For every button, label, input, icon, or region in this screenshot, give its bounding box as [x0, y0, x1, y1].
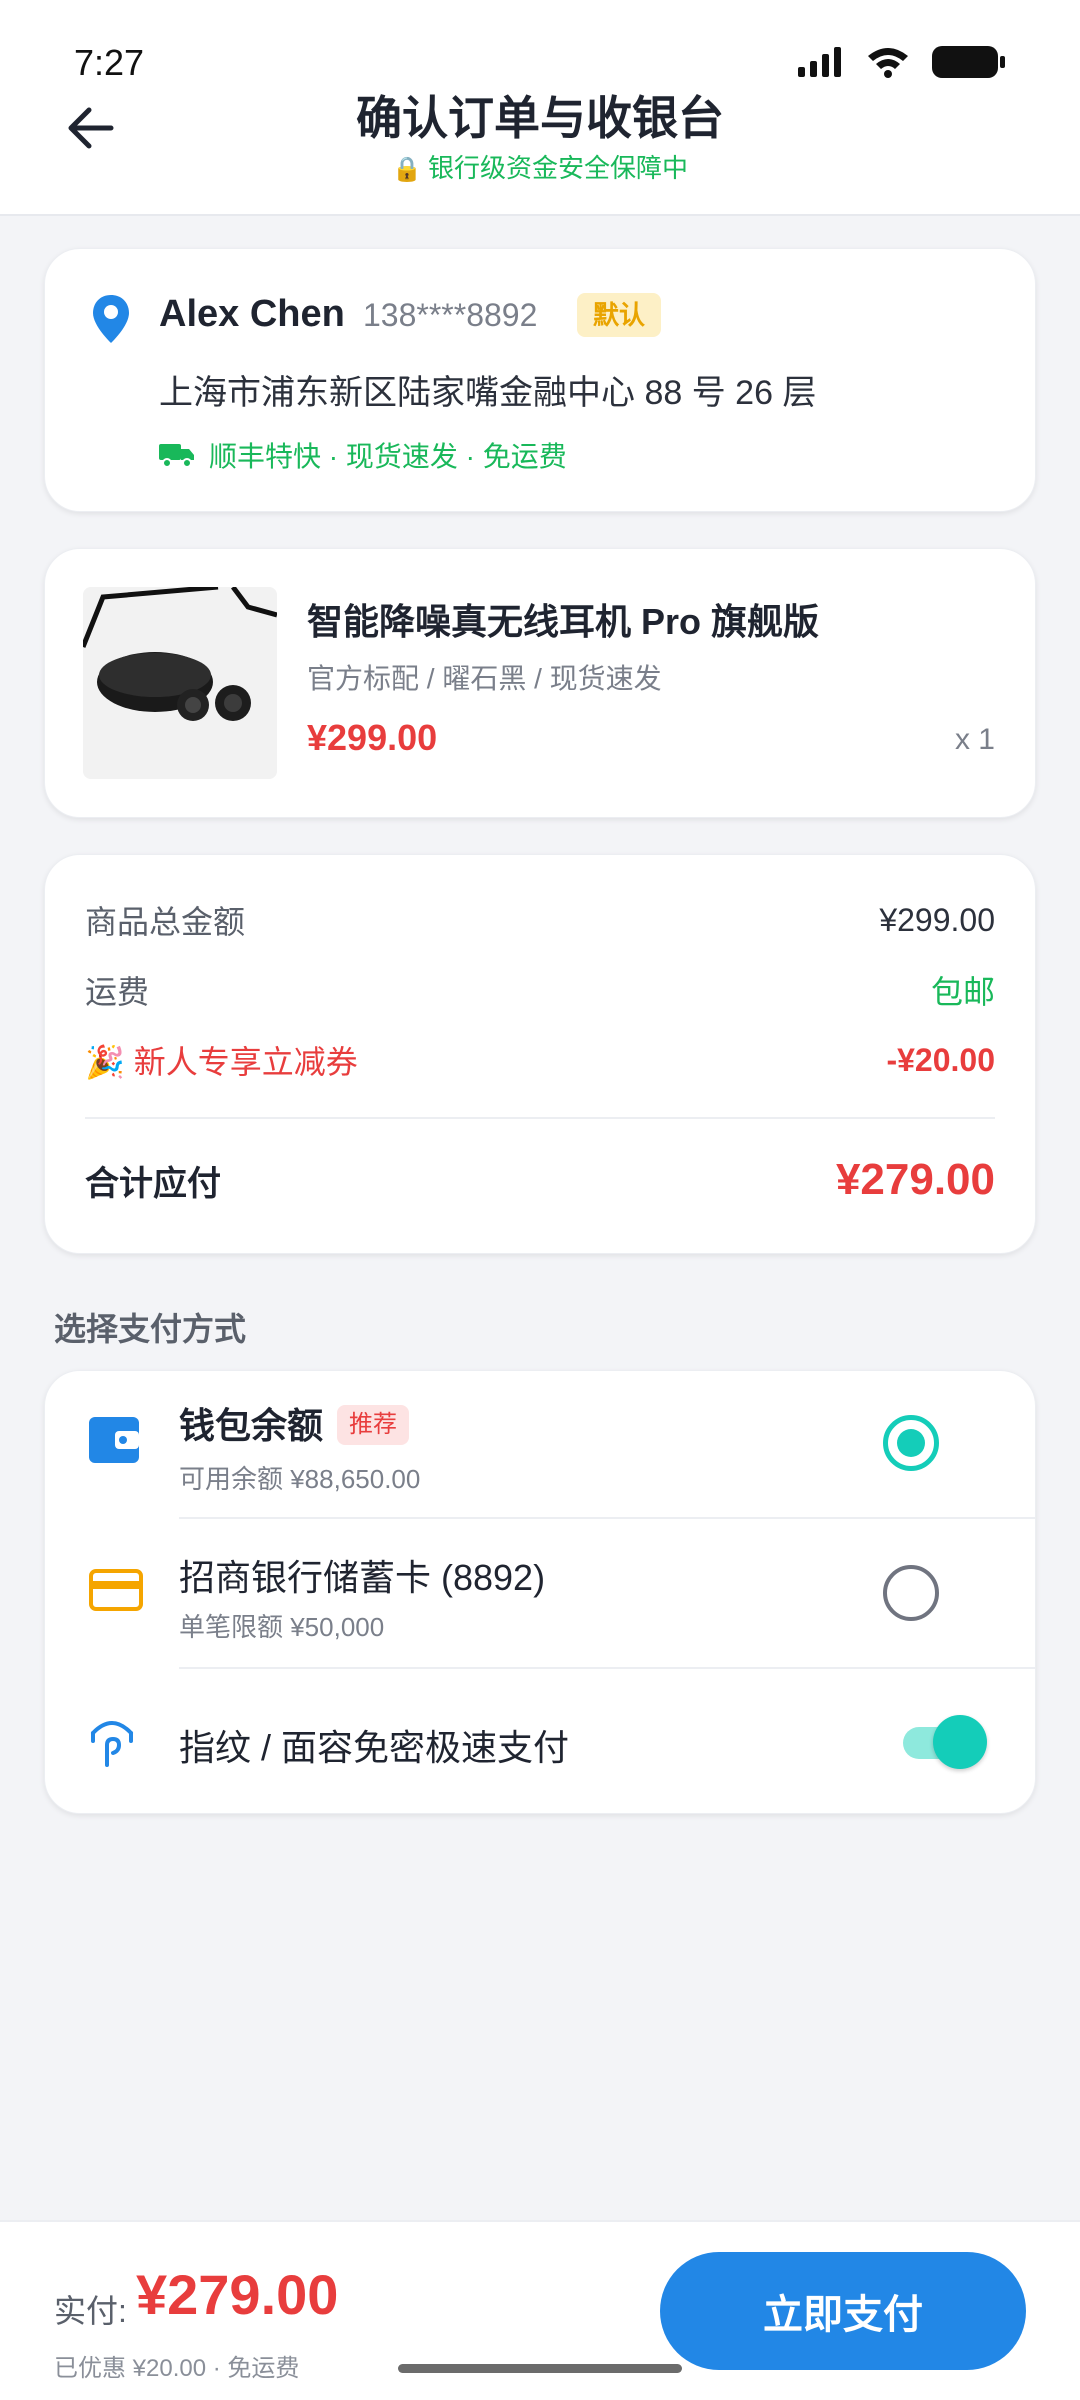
- payment-section-title: 选择支付方式: [54, 1311, 247, 1347]
- shipping-fee-value: 包邮: [930, 974, 995, 1010]
- truck-icon: [159, 444, 194, 468]
- payment-methods-card: 钱包余额 推荐 可用余额 ¥88,650.00 招商银行储蓄卡 (8892) 单笔…: [44, 1370, 1036, 1814]
- pay-now-button[interactable]: 立即支付: [660, 2252, 1026, 2370]
- home-indicator[interactable]: [398, 2364, 682, 2373]
- subtotal-label: 商品总金额: [85, 904, 246, 940]
- security-subtitle: 🔒 银行级资金安全保障中: [0, 148, 1080, 185]
- checkout-bar: 实付: ¥279.00 已优惠 ¥20.00 · 免运费 立即支付: [0, 2220, 1080, 2400]
- address-line: 上海市浦东新区陆家嘴金融中心 88 号 26 层: [159, 374, 817, 412]
- lock-icon: 🔒: [392, 156, 422, 183]
- wallet-title-text: 钱包余额: [179, 1405, 324, 1446]
- page-title: 确认订单与收银台: [356, 92, 724, 144]
- product-name: 智能降噪真无线耳机 Pro 旗舰版: [307, 601, 820, 642]
- wallet-title: 钱包余额 推荐: [179, 1397, 410, 1449]
- shipping-text: 顺丰特快 · 现货速发 · 免运费: [209, 441, 567, 472]
- product-quantity: x 1: [954, 723, 995, 756]
- biometric-pay-row: 指纹 / 面容免密极速支付: [91, 1667, 1035, 1815]
- battery-icon: [932, 46, 1005, 78]
- biometric-toggle[interactable]: [903, 1713, 987, 1769]
- location-pin-icon: [93, 295, 129, 343]
- status-time: 7:27: [74, 42, 145, 83]
- app-header: 7:27 确认订单与收银台 🔒 银行级资金安全保障中: [0, 0, 1080, 216]
- pay-amount-label: 实付:: [54, 2293, 127, 2329]
- address-card[interactable]: Alex Chen 138****8892 默认 上海市浦东新区陆家嘴金融中心 …: [44, 248, 1036, 512]
- product-spec: 官方标配 / 曜石黑 / 现货速发: [307, 663, 662, 694]
- status-icons: [798, 46, 1006, 78]
- bank-card-radio[interactable]: [883, 1565, 939, 1621]
- wifi-icon: [868, 48, 908, 78]
- bank-card-icon: [89, 1569, 143, 1611]
- subtitle-text: 银行级资金安全保障中: [427, 153, 688, 183]
- coupon-label: 🎉 新人专享立减券: [85, 1044, 358, 1080]
- fingerprint-icon: [91, 1721, 133, 1767]
- subtotal-row: 商品总金额 ¥299.00: [85, 897, 995, 943]
- shipping-fee-row: 运费 包邮: [85, 967, 995, 1013]
- payment-option-bank-card[interactable]: 招商银行储蓄卡 (8892) 单笔限额 ¥50,000: [89, 1517, 1035, 1667]
- pay-amount: ¥279.00: [136, 2263, 339, 2326]
- price-summary-card: 商品总金额 ¥299.00 运费 包邮 🎉 新人专享立减券 -¥20.00 合计…: [44, 854, 1036, 1254]
- wallet-balance: 可用余额 ¥88,650.00: [179, 1464, 421, 1494]
- coupon-row[interactable]: 🎉 新人专享立减券 -¥20.00: [85, 1037, 995, 1083]
- payment-option-wallet[interactable]: 钱包余额 推荐 可用余额 ¥88,650.00: [45, 1371, 1035, 1517]
- default-badge: 默认: [577, 293, 662, 337]
- toggle-knob: [933, 1715, 987, 1769]
- product-price: ¥299.00: [307, 717, 438, 758]
- summary-divider: [85, 1117, 995, 1119]
- recipient-name: Alex Chen: [159, 293, 345, 335]
- bank-card-limit: 单笔限额 ¥50,000: [179, 1612, 385, 1642]
- recipient-phone: 138****8892: [363, 297, 538, 333]
- biometric-label: 指纹 / 面容免密极速支付: [179, 1727, 570, 1768]
- coupon-value: -¥20.00: [886, 1041, 995, 1078]
- recommend-badge: 推荐: [337, 1405, 410, 1445]
- discount-note: 已优惠 ¥20.00 · 免运费: [54, 2355, 300, 2382]
- shipping-fee-label: 运费: [85, 974, 150, 1010]
- wallet-icon: [89, 1417, 139, 1463]
- total-row: 合计应付 ¥279.00: [85, 1155, 995, 1205]
- total-value: ¥279.00: [835, 1155, 995, 1204]
- bank-card-title: 招商银行储蓄卡 (8892): [179, 1557, 546, 1598]
- product-image: [83, 587, 277, 779]
- signal-icon: [798, 47, 841, 77]
- shipping-info: 顺丰特快 · 现货速发 · 免运费: [159, 435, 567, 475]
- total-label: 合计应付: [85, 1164, 221, 1203]
- wallet-radio[interactable]: [883, 1415, 939, 1471]
- subtotal-value: ¥299.00: [879, 901, 995, 938]
- product-card[interactable]: 智能降噪真无线耳机 Pro 旗舰版 官方标配 / 曜石黑 / 现货速发 ¥299…: [44, 548, 1036, 818]
